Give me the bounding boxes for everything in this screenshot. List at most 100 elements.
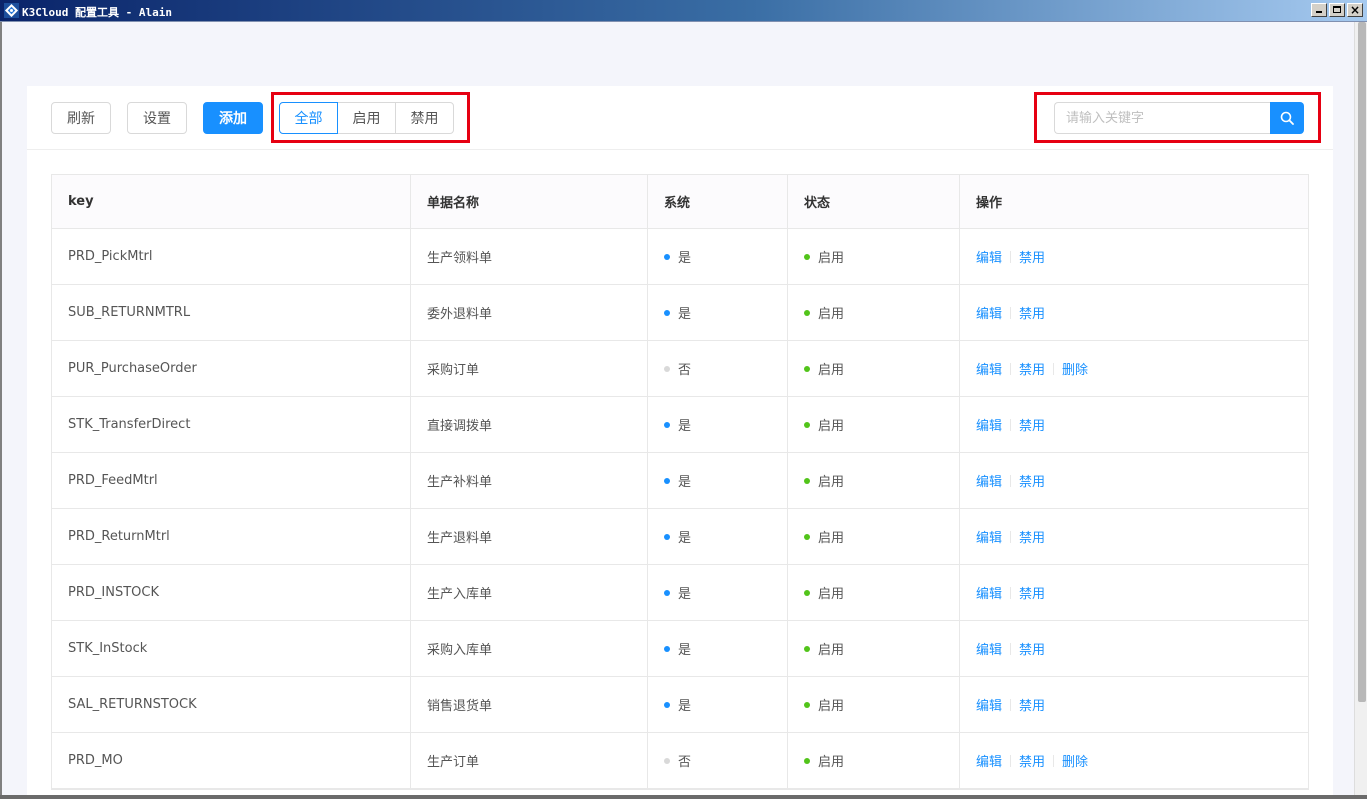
delete-link[interactable]: 删除 [1062,359,1088,378]
filter-all[interactable]: 全部 [279,102,338,134]
disable-link[interactable]: 禁用 [1019,303,1045,322]
cell-status: 启用 [788,285,960,340]
edit-link[interactable]: 编辑 [976,247,1002,266]
status-text: 启用 [818,587,845,602]
table-row[interactable]: PUR_PurchaseOrder 采购订单 否 启用 编辑 禁用 删除 [52,341,1308,397]
column-header-key[interactable]: key [52,175,411,228]
column-header-status[interactable]: 状态 [788,175,960,228]
table-row[interactable]: PRD_FeedMtrl 生产补料单 是 启用 编辑 禁用 [52,453,1308,509]
cell-name: 生产订单 [411,733,648,788]
table-row[interactable]: PRD_PickMtrl 生产领料单 是 启用 编辑 禁用 [52,229,1308,285]
status-dot-icon [804,645,810,652]
edit-link[interactable]: 编辑 [976,751,1002,770]
system-text: 否 [678,755,692,770]
filter-enabled[interactable]: 启用 [337,102,396,134]
edit-link[interactable]: 编辑 [976,583,1002,602]
table-body: PRD_PickMtrl 生产领料单是启用 编辑 禁用 SUB_RETURNMTRL 委外… [52,229,1308,789]
edit-link[interactable]: 编辑 [976,415,1002,434]
window-title-bar[interactable]: K3Cloud 配置工具 - Alain × [0,0,1367,22]
disable-link[interactable]: 禁用 [1019,583,1045,602]
key-text: PRD_PickMtrl [68,249,153,264]
window-title: K3Cloud 配置工具 - Alain [22,6,172,19]
column-header-system[interactable]: 系统 [648,175,788,228]
delete-link[interactable]: 删除 [1062,751,1088,770]
filter-disabled[interactable]: 禁用 [395,102,454,134]
system-dot-icon [664,645,670,652]
column-header-actions: 操作 [976,196,1003,211]
settings-button[interactable]: 设置 [127,102,187,134]
system-text: 否 [678,363,692,378]
search-input[interactable] [1054,102,1270,134]
name-text: 委外退料单 [427,307,493,322]
cell-actions: 编辑 禁用 [960,621,1308,676]
name-text: 生产订单 [427,755,480,770]
system-dot-icon [664,365,670,372]
system-text: 是 [678,251,692,266]
close-icon: × [1349,3,1361,17]
cell-actions: 编辑 禁用 [960,453,1308,508]
disable-link[interactable]: 禁用 [1019,247,1045,266]
cell-system: 是 [648,509,788,564]
action-divider [1010,362,1012,375]
disable-link[interactable]: 禁用 [1019,359,1045,378]
table-row[interactable]: STK_InStock 采购入库单 是 启用 编辑 禁用 [52,621,1308,677]
table-row[interactable]: PRD_MO 生产订单 否 启用 编辑 禁用 删除 [52,733,1308,789]
status-text: 启用 [818,755,845,770]
table-row[interactable]: PRD_ReturnMtrl 生产退料单 是 启用 编辑 禁用 [52,509,1308,565]
name-text: 生产退料单 [427,531,493,546]
disable-link[interactable]: 禁用 [1019,471,1045,490]
system-dot-icon [664,533,670,540]
system-text: 是 [678,699,692,714]
disable-link[interactable]: 禁用 [1019,415,1045,434]
cell-key: SUB_RETURNMTRL [52,285,411,340]
refresh-button[interactable]: 刷新 [51,102,111,134]
cell-system: 是 [648,621,788,676]
cell-status: 启用 [788,565,960,620]
status-text: 启用 [818,251,845,266]
action-divider [1010,250,1012,263]
edit-link[interactable]: 编辑 [976,471,1002,490]
status-dot-icon [804,533,810,540]
table-header: key 单据名称 系统 状态 操作 [52,175,1308,229]
vertical-scrollbar[interactable] [1354,22,1367,799]
search-icon [1280,111,1294,125]
cell-key: PRD_PickMtrl [52,229,411,284]
table-row[interactable]: STK_TransferDirect 直接调拨单 是 启用 编辑 禁用 [52,397,1308,453]
disable-link[interactable]: 禁用 [1019,639,1045,658]
cell-system: 是 [648,565,788,620]
search-box [1054,102,1304,134]
status-text: 启用 [818,419,845,434]
disable-link[interactable]: 禁用 [1019,751,1045,770]
cell-actions: 编辑 禁用 删除 [960,733,1308,788]
scrollbar-thumb[interactable] [1358,22,1366,702]
search-button[interactable] [1270,102,1304,134]
cell-key: PRD_FeedMtrl [52,453,411,508]
cell-name: 生产退料单 [411,509,648,564]
disable-link[interactable]: 禁用 [1019,527,1045,546]
status-text: 启用 [818,363,845,378]
cell-actions: 编辑 禁用 [960,677,1308,732]
system-text: 是 [678,643,692,658]
cell-key: PRD_ReturnMtrl [52,509,411,564]
table-row[interactable]: PRD_INSTOCK 生产入库单 是 启用 编辑 禁用 [52,565,1308,621]
table-row[interactable]: SAL_RETURNSTOCK 销售退货单 是 启用 编辑 禁用 [52,677,1308,733]
cell-status: 启用 [788,397,960,452]
edit-link[interactable]: 编辑 [976,359,1002,378]
table-row[interactable]: SUB_RETURNMTRL 委外退料单 是 启用 编辑 禁用 [52,285,1308,341]
name-text: 销售退货单 [427,699,493,714]
edit-link[interactable]: 编辑 [976,303,1002,322]
edit-link[interactable]: 编辑 [976,695,1002,714]
edit-link[interactable]: 编辑 [976,527,1002,546]
action-divider [1010,530,1012,543]
add-button[interactable]: 添加 [203,102,263,134]
minimize-button[interactable] [1311,3,1327,17]
key-text: STK_TransferDirect [68,417,191,432]
cell-key: STK_InStock [52,621,411,676]
system-dot-icon [664,589,670,596]
edit-link[interactable]: 编辑 [976,639,1002,658]
maximize-button[interactable] [1329,3,1345,17]
close-button[interactable]: × [1347,3,1363,17]
column-header-name[interactable]: 单据名称 [411,175,648,228]
disable-link[interactable]: 禁用 [1019,695,1045,714]
name-text: 采购订单 [427,363,480,378]
